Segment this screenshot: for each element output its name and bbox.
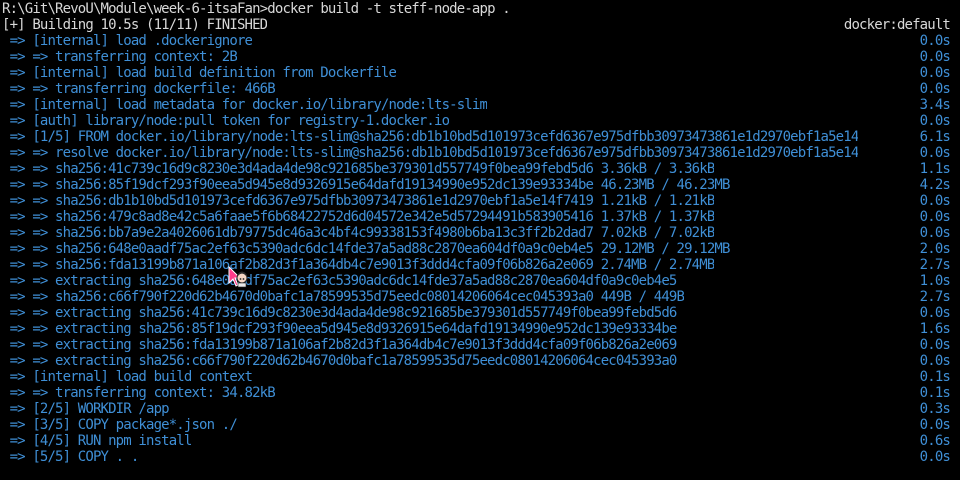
log-line-text: => => resolve docker.io/library/node:lts… — [2, 145, 859, 161]
log-line-duration: 0.0s — [919, 81, 950, 97]
build-context-label: docker:default — [843, 17, 950, 33]
build-log: => [internal] load .dockerignore 0.0s => … — [2, 33, 950, 465]
log-line-duration: 0.0s — [919, 33, 950, 49]
log-line-duration: 0.1s — [919, 369, 950, 385]
log-line-text: => [internal] load build context — [2, 369, 253, 385]
log-line-text: => => sha256:648e0aadf75ac2ef63c5390adc6… — [2, 241, 730, 257]
log-line: => => sha256:c66f790f220d62b4670d0bafc1a… — [2, 289, 950, 305]
log-line-text: => => sha256:41c739c16d9c8230e3d4ada4de9… — [2, 161, 715, 177]
log-line-duration: 6.1s — [919, 129, 950, 145]
log-line-duration: 0.0s — [919, 49, 950, 65]
log-line-text: => => transferring context: 2B — [2, 49, 237, 65]
log-line-duration: 0.0s — [919, 193, 950, 209]
log-line: => [2/5] WORKDIR /app 0.3s — [2, 401, 950, 417]
log-line-text: => => transferring context: 34.82kB — [2, 385, 275, 401]
log-line: => [1/5] FROM docker.io/library/node:lts… — [2, 129, 950, 145]
anime-character-cursor-icon — [228, 266, 248, 288]
log-line-text: => [3/5] COPY package*.json ./ — [2, 417, 237, 433]
log-line-duration: 4.2s — [919, 177, 950, 193]
log-line: => => extracting sha256:fda13199b871a106… — [2, 337, 950, 353]
log-line-text: => => extracting sha256:85f19dcf293f90ee… — [2, 321, 677, 337]
prompt-line: R:\Git\RevoU\Module\week-6-itsaFan>docke… — [2, 1, 950, 17]
log-line-text: => => extracting sha256:fda13199b871a106… — [2, 337, 677, 353]
log-line-duration: 2.7s — [919, 289, 950, 305]
log-line-text: => => extracting sha256:c66f790f220d62b4… — [2, 353, 677, 369]
log-line-duration: 1.0s — [919, 273, 950, 289]
log-line-duration: 2.7s — [919, 257, 950, 273]
log-line-text: => => extracting sha256:41c739c16d9c8230… — [2, 305, 677, 321]
log-line: => => sha256:479c8ad8e42c5a6faae5f6b6842… — [2, 209, 950, 225]
log-line: => => sha256:648e0aadf75ac2ef63c5390adc6… — [2, 241, 950, 257]
log-line: => => transferring context: 2B 0.0s — [2, 49, 950, 65]
log-line-text: => => sha256:479c8ad8e42c5a6faae5f6b6842… — [2, 209, 715, 225]
log-line-text: => [internal] load .dockerignore — [2, 33, 253, 49]
log-line: => [3/5] COPY package*.json ./ 0.0s — [2, 417, 950, 433]
log-line-text: => => sha256:fda13199b871a106af2b82d3f1a… — [2, 257, 715, 273]
prompt-command: docker build -t steff-node-app . — [267, 1, 510, 17]
log-line-text: => [4/5] RUN npm install — [2, 433, 192, 449]
prompt-path: R:\Git\RevoU\Module\week-6-itsaFan — [2, 1, 261, 17]
log-line-text: => => transferring dockerfile: 466B — [2, 81, 275, 97]
log-line-text: => => extracting sha256:648e0aadf75ac2ef… — [2, 273, 677, 289]
log-line-text: => => sha256:db1b10bd5d101973cefd6367e97… — [2, 193, 715, 209]
log-line-text: => [internal] load build definition from… — [2, 65, 397, 81]
log-line: => [internal] load build definition from… — [2, 65, 950, 81]
log-line: => => sha256:41c739c16d9c8230e3d4ada4de9… — [2, 161, 950, 177]
log-line: => => transferring dockerfile: 466B 0.0s — [2, 81, 950, 97]
log-line: => => sha256:fda13199b871a106af2b82d3f1a… — [2, 257, 950, 273]
log-line-text: => => sha256:bb7a9e2a4026061db79775dc46a… — [2, 225, 715, 241]
log-line: => [4/5] RUN npm install 0.6s — [2, 433, 950, 449]
log-line: => => extracting sha256:648e0aadf75ac2ef… — [2, 273, 950, 289]
log-line-duration: 0.0s — [919, 113, 950, 129]
log-line-text: => => sha256:85f19dcf293f90eea5d945e8d93… — [2, 177, 730, 193]
log-line-duration: 0.0s — [919, 353, 950, 369]
log-line-duration: 0.1s — [919, 385, 950, 401]
log-line-duration: 2.0s — [919, 241, 950, 257]
log-line-duration: 0.0s — [919, 145, 950, 161]
log-line: => [internal] load build context 0.1s — [2, 369, 950, 385]
log-line-text: => [auth] library/node:pull token for re… — [2, 113, 450, 129]
log-line-duration: 0.0s — [919, 305, 950, 321]
log-line-duration: 0.3s — [919, 401, 950, 417]
log-line-text: => [1/5] FROM docker.io/library/node:lts… — [2, 129, 859, 145]
log-line: => => sha256:bb7a9e2a4026061db79775dc46a… — [2, 225, 950, 241]
log-line-text: => [internal] load metadata for docker.i… — [2, 97, 488, 113]
log-line: => [internal] load .dockerignore 0.0s — [2, 33, 950, 49]
log-line-duration: 0.0s — [919, 225, 950, 241]
log-line-text: => [5/5] COPY . . — [2, 449, 139, 465]
log-line-duration: 1.6s — [919, 321, 950, 337]
log-line: => => extracting sha256:41c739c16d9c8230… — [2, 305, 950, 321]
log-line-duration: 0.0s — [919, 209, 950, 225]
log-line-text: => [2/5] WORKDIR /app — [2, 401, 169, 417]
log-line: => => extracting sha256:c66f790f220d62b4… — [2, 353, 950, 369]
log-line-duration: 0.6s — [919, 433, 950, 449]
log-line-duration: 0.0s — [919, 337, 950, 353]
log-line: => => extracting sha256:85f19dcf293f90ee… — [2, 321, 950, 337]
log-line: => [5/5] COPY . . 0.0s — [2, 449, 950, 465]
log-line: => => sha256:db1b10bd5d101973cefd6367e97… — [2, 193, 950, 209]
build-status-line: [+] Building 10.5s (11/11) FINISHED dock… — [2, 17, 950, 33]
terminal-window[interactable]: R:\Git\RevoU\Module\week-6-itsaFan>docke… — [0, 0, 960, 480]
log-line: => => transferring context: 34.82kB 0.1s — [2, 385, 950, 401]
log-line-text: => => sha256:c66f790f220d62b4670d0bafc1a… — [2, 289, 685, 305]
log-line: => => sha256:85f19dcf293f90eea5d945e8d93… — [2, 177, 950, 193]
log-line-duration: 0.0s — [919, 417, 950, 433]
log-line: => => resolve docker.io/library/node:lts… — [2, 145, 950, 161]
log-line-duration: 1.1s — [919, 161, 950, 177]
log-line-duration: 0.0s — [919, 449, 950, 465]
log-line-duration: 0.0s — [919, 65, 950, 81]
log-line-duration: 3.4s — [919, 97, 950, 113]
log-line: => [internal] load metadata for docker.i… — [2, 97, 950, 113]
log-line: => [auth] library/node:pull token for re… — [2, 113, 950, 129]
build-status-text: [+] Building 10.5s (11/11) FINISHED — [2, 17, 268, 33]
